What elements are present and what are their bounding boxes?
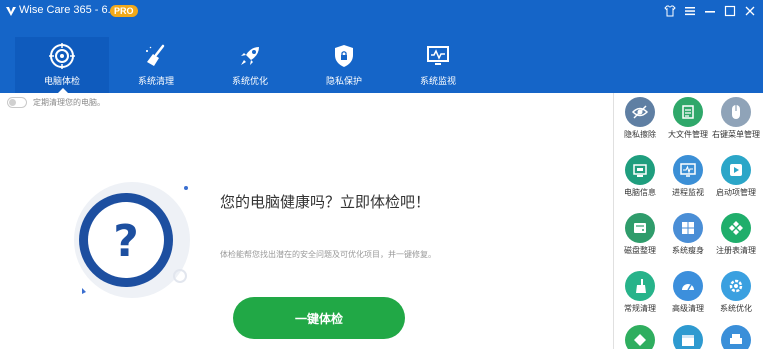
tool-large-file-manager[interactable]: 大文件管理 — [664, 97, 712, 140]
app-logo-icon — [6, 7, 16, 16]
minimize-icon[interactable] — [703, 4, 717, 18]
play-icon — [721, 155, 751, 185]
tool-advanced-cleaner[interactable]: 高级清理 — [664, 271, 712, 314]
tab-label: 电脑体检 — [43, 77, 80, 87]
tab-label: 隐私保护 — [325, 77, 362, 87]
menu-icon[interactable] — [683, 4, 697, 18]
main-tabs: 电脑体检 系统清理 系统优化 隐私保护 系统监视 — [15, 37, 485, 93]
checkup-headline: 您的电脑健康吗？立即体检吧！ — [220, 193, 431, 211]
broom-icon — [143, 43, 169, 69]
tab-label: 系统优化 — [231, 77, 268, 87]
mouse-icon — [721, 97, 751, 127]
gear-icon — [721, 271, 751, 301]
tool-common-cleaner[interactable]: 常规清理 — [616, 271, 664, 314]
tool-label: 进程监视 — [672, 188, 704, 197]
speed-icon — [673, 271, 703, 301]
close-icon[interactable] — [743, 4, 757, 18]
checkup-illustration: ? — [74, 182, 190, 298]
tab-label: 系统清理 — [137, 77, 174, 87]
tool-startup-manager[interactable]: 启动项管理 — [712, 155, 760, 198]
maximize-icon[interactable] — [723, 4, 737, 18]
tool-context-menu[interactable]: 右键菜单管理 — [712, 97, 760, 140]
tab-system-cleaner[interactable]: 系统清理 — [109, 37, 203, 93]
brush-icon — [625, 271, 655, 301]
tool-label: 常规清理 — [624, 304, 656, 313]
one-click-scan-button[interactable]: 一键体检 — [233, 297, 405, 339]
tab-system-tuneup[interactable]: 系统优化 — [203, 37, 297, 93]
tool-more-3[interactable] — [712, 325, 760, 349]
tool-label: 系统优化 — [720, 304, 752, 313]
schedule-clean: 定期清理您的电脑。 — [7, 97, 105, 108]
tool-label: 大文件管理 — [668, 130, 708, 139]
tool-process-monitor[interactable]: 进程监视 — [664, 155, 712, 198]
svg-text:?: ? — [113, 216, 139, 267]
tab-system-monitor[interactable]: 系统监视 — [391, 37, 485, 93]
diamond-icon — [625, 325, 655, 349]
disk-icon — [625, 213, 655, 243]
tool-registry-cleaner[interactable]: 注册表清理 — [712, 213, 760, 256]
window-controls — [663, 4, 757, 18]
checkup-description: 体检能帮您找出潜在的安全问题及可优化项目，并一键修复。 — [220, 250, 436, 259]
app-header: Wise Care 365 - 6.1.1 PRO 电脑体检 系统清理 系统优化… — [0, 0, 763, 93]
tool-label: 启动项管理 — [716, 188, 756, 197]
tool-label: 系统瘦身 — [672, 246, 704, 255]
schedule-toggle[interactable] — [7, 97, 27, 108]
tool-system-slimming[interactable]: 系统瘦身 — [664, 213, 712, 256]
tool-disk-defrag[interactable]: 磁盘整理 — [616, 213, 664, 256]
tool-more-2[interactable] — [664, 325, 712, 349]
eye-slash-icon — [625, 97, 655, 127]
tool-label: 高级清理 — [672, 304, 704, 313]
shirt-icon[interactable] — [663, 4, 677, 18]
rocket-icon — [237, 43, 263, 69]
tools-panel: 隐私擦除 大文件管理 右键菜单管理 电脑信息 进程监视 启动项管理 磁盘整理 系… — [613, 93, 763, 349]
scan-target-icon — [49, 43, 75, 69]
chip-icon — [625, 155, 655, 185]
tool-label: 电脑信息 — [624, 188, 656, 197]
main-panel: 定期清理您的电脑。 ? 您的电脑健康吗？立即体检吧！ 体检能帮您找出潜在的安全问… — [0, 93, 613, 349]
file-grid-icon — [673, 97, 703, 127]
tool-label: 隐私擦除 — [624, 130, 656, 139]
tool-label: 注册表清理 — [716, 246, 756, 255]
tool-label: 右键菜单管理 — [712, 130, 760, 139]
schedule-label: 定期清理您的电脑。 — [33, 98, 105, 107]
tab-pc-checkup[interactable]: 电脑体检 — [15, 37, 109, 93]
monitor-pulse-icon — [425, 43, 451, 69]
process-monitor-icon — [673, 155, 703, 185]
tab-label: 系统监视 — [419, 77, 456, 87]
printer-icon — [721, 325, 751, 349]
shield-lock-icon — [331, 43, 357, 69]
tool-system-optimize[interactable]: 系统优化 — [712, 271, 760, 314]
title-bar: Wise Care 365 - 6.1.1 PRO — [0, 0, 763, 24]
tool-label: 磁盘整理 — [624, 246, 656, 255]
registry-icon — [721, 213, 751, 243]
calendar-icon — [673, 325, 703, 349]
pro-badge: PRO — [110, 5, 138, 17]
tool-more-1[interactable] — [616, 325, 664, 349]
tool-privacy-eraser[interactable]: 隐私擦除 — [616, 97, 664, 140]
tab-privacy-protector[interactable]: 隐私保护 — [297, 37, 391, 93]
windows-icon — [673, 213, 703, 243]
tool-computer-info[interactable]: 电脑信息 — [616, 155, 664, 198]
